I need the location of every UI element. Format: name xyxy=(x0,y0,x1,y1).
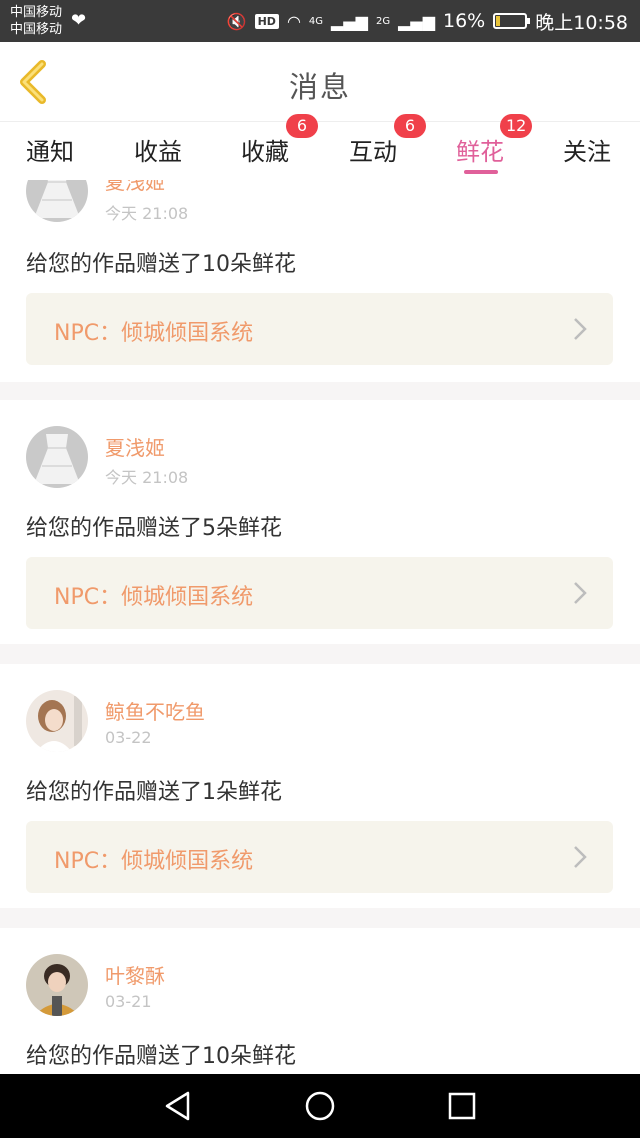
timestamp: 今天 21:08 xyxy=(105,204,189,223)
avatar[interactable] xyxy=(26,426,88,488)
tab-flowers[interactable]: 鲜花 xyxy=(456,132,504,167)
clock: 晚上10:58 xyxy=(535,11,628,34)
network-2g-label: 2G xyxy=(375,15,391,27)
tab-earnings[interactable]: 收益 xyxy=(134,132,182,167)
username[interactable]: 夏浅姬 xyxy=(105,180,165,195)
list-item: 叶黎酥 03-21 给您的作品赠送了10朵鲜花 xyxy=(0,928,640,1074)
chevron-right-icon xyxy=(574,318,587,340)
avatar[interactable] xyxy=(26,690,88,752)
tab-interactions[interactable]: 互动 xyxy=(349,132,397,167)
username[interactable]: 叶黎酥 xyxy=(105,960,165,989)
tab-flowers-badge: 12 xyxy=(500,114,533,138)
dress-avatar-icon xyxy=(26,426,88,488)
list-item: 夏浅姬 今天 21:08 给您的作品赠送了5朵鲜花 NPC：倾城倾国系统 xyxy=(0,400,640,644)
wifi-icon: ◠ xyxy=(286,11,301,31)
battery-icon xyxy=(493,13,531,29)
list-item: 夏浅姬 今天 21:08 给您的作品赠送了10朵鲜花 NPC：倾城倾国系统 xyxy=(0,180,640,382)
page-title: 消息 xyxy=(288,70,351,104)
tab-favorites-badge: 6 xyxy=(286,114,318,138)
username[interactable]: 夏浅姬 xyxy=(105,432,165,461)
network-4g-label: 4G xyxy=(308,15,324,27)
npc-label: NPC：倾城倾国系统 xyxy=(54,585,254,610)
tab-notifications[interactable]: 通知 xyxy=(26,132,74,167)
carrier-info: 中国移动 中国移动 xyxy=(10,4,62,38)
message-text: 给您的作品赠送了1朵鲜花 xyxy=(26,780,282,805)
message-text: 给您的作品赠送了10朵鲜花 xyxy=(26,1044,296,1069)
carrier-1: 中国移动 xyxy=(10,5,63,20)
chevron-right-icon xyxy=(574,846,587,868)
app-header: 消息 xyxy=(0,42,640,122)
chevron-right-icon xyxy=(574,582,587,604)
tab-following[interactable]: 关注 xyxy=(563,132,611,167)
npc-link[interactable]: NPC：倾城倾国系统 xyxy=(26,557,613,629)
npc-label: NPC：倾城倾国系统 xyxy=(54,321,254,346)
status-icons: 🔇 HD ◠ 4G ▂▄▆ 2G ▂▄▆ 16% 晚上10:58 xyxy=(227,0,628,42)
nav-recents-icon[interactable] xyxy=(446,1090,478,1122)
battery-fill xyxy=(496,16,501,26)
npc-label: NPC：倾城倾国系统 xyxy=(54,849,254,874)
username[interactable]: 鲸鱼不吃鱼 xyxy=(105,696,205,725)
active-tab-indicator xyxy=(464,170,498,174)
tab-interactions-badge: 6 xyxy=(394,114,426,138)
avatar[interactable] xyxy=(26,180,88,222)
dress-avatar-icon xyxy=(26,180,88,222)
signal-icon: ▂▄▆ xyxy=(331,11,368,31)
message-text: 给您的作品赠送了10朵鲜花 xyxy=(26,252,296,277)
timestamp: 03-21 xyxy=(105,992,152,1011)
message-tabs: 通知 收益 收藏 6 互动 6 鲜花 12 关注 xyxy=(0,114,640,180)
signal-icon: ▂▄▆ xyxy=(398,11,435,31)
npc-link[interactable]: NPC：倾城倾国系统 xyxy=(26,293,613,365)
health-icon: ❤ xyxy=(71,10,87,31)
nav-back-icon[interactable] xyxy=(162,1090,194,1122)
message-list[interactable]: 夏浅姬 今天 21:08 给您的作品赠送了10朵鲜花 NPC：倾城倾国系统 夏浅… xyxy=(0,180,640,1074)
timestamp: 今天 21:08 xyxy=(105,468,189,487)
girl-avatar-icon xyxy=(26,690,88,752)
npc-link[interactable]: NPC：倾城倾国系统 xyxy=(26,821,613,893)
tab-favorites[interactable]: 收藏 xyxy=(241,132,289,167)
status-bar: 中国移动 中国移动 ❤ 🔇 HD ◠ 4G ▂▄▆ 2G ▂▄▆ 16% 晚上1… xyxy=(0,0,640,42)
hd-icon: HD xyxy=(254,13,279,29)
system-nav-bar xyxy=(0,1074,640,1138)
boy-avatar-icon xyxy=(26,954,88,1016)
message-text: 给您的作品赠送了5朵鲜花 xyxy=(26,516,282,541)
mute-icon: 🔇 xyxy=(226,11,247,31)
battery-percent: 16% xyxy=(443,10,486,32)
list-item: 鲸鱼不吃鱼 03-22 给您的作品赠送了1朵鲜花 NPC：倾城倾国系统 xyxy=(0,664,640,908)
timestamp: 03-22 xyxy=(105,728,152,747)
nav-home-icon[interactable] xyxy=(304,1090,336,1122)
avatar[interactable] xyxy=(26,954,88,1016)
carrier-2: 中国移动 xyxy=(10,22,63,37)
